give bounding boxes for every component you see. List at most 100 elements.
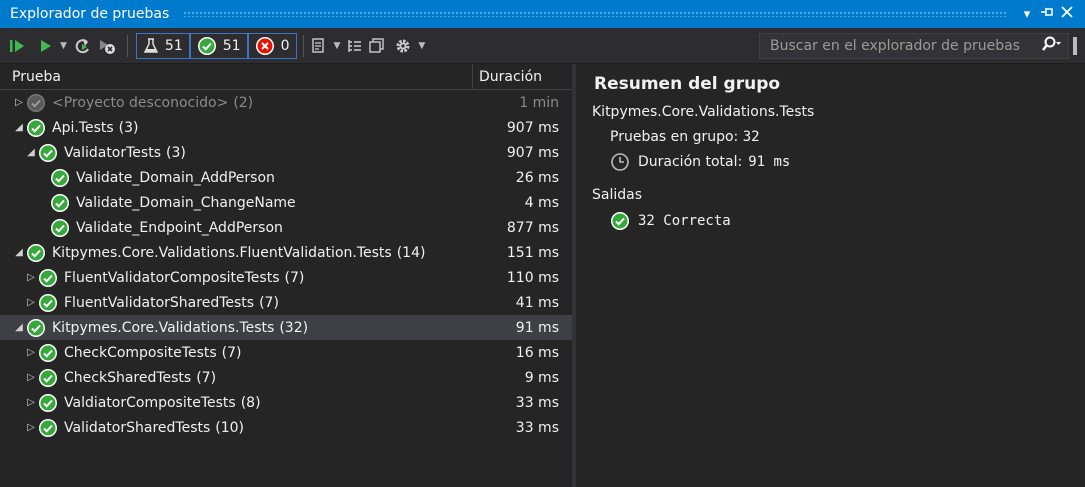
test-name: Api.Tests — [52, 119, 114, 136]
tree-row[interactable]: ▷ ValidatorSharedTests (10) 33 ms — [0, 415, 572, 440]
test-count: (14) — [396, 244, 426, 261]
settings-gear-icon[interactable] — [394, 34, 412, 58]
expanded-chevron-icon[interactable]: ◢ — [24, 147, 38, 158]
tree-row-name: Kitpymes.Core.Validations.Tests (32) — [26, 318, 472, 338]
column-header-duration[interactable]: Duración — [472, 64, 572, 89]
tree-row[interactable]: ▷ ValdiatorCompositeTests (8) 33 ms — [0, 390, 572, 415]
tests-in-group-value: 32 — [742, 129, 760, 145]
summary-duration-row: Duración total: 91 ms — [610, 152, 790, 172]
tree-row-name: FluentValidatorCompositeTests (7) — [38, 268, 472, 288]
search-icon[interactable] — [1040, 36, 1062, 56]
expanded-chevron-icon[interactable]: ◢ — [12, 247, 26, 258]
test-name: Kitpymes.Core.Validations.Tests — [52, 319, 275, 336]
test-count: (7) — [221, 344, 242, 361]
run-all-icon[interactable] — [8, 34, 28, 58]
test-duration: 26 ms — [515, 169, 559, 186]
scroll-indicator — [1073, 36, 1077, 55]
tree-row[interactable]: ▷ FluentValidatorCompositeTests (7) 110 ms — [0, 265, 572, 290]
search-input[interactable] — [768, 36, 1040, 55]
playlist-dropdown-chevron-icon[interactable]: ▼ — [334, 41, 341, 51]
tree-row[interactable]: ▷ CheckSharedTests (7) 9 ms — [0, 365, 572, 390]
failed-tests-filter[interactable]: 0 — [247, 32, 297, 59]
tree-row[interactable]: ▷ CheckCompositeTests (7) 16 ms — [0, 340, 572, 365]
tree-row[interactable]: ◢ ValidatorTests (3) 907 ms — [0, 140, 572, 165]
rerun-failed-icon[interactable] — [73, 34, 93, 58]
tree-row[interactable]: ▷ <Proyecto desconocido> (2) 1 min — [0, 90, 572, 115]
tree-row-name: FluentValidatorSharedTests (7) — [38, 293, 472, 313]
toolbar: ▼ 51 51 0 ▼ ▼ — [0, 28, 1085, 64]
collapsed-chevron-icon[interactable]: ▷ — [24, 397, 38, 408]
tree-row[interactable]: Validate_Domain_AddPerson 26 ms — [0, 165, 572, 190]
main-area: Prueba Duración ▷ <Proyecto desconocido>(… — [0, 64, 1085, 487]
passed-tests-filter[interactable]: 51 — [189, 32, 248, 59]
collapsed-chevron-icon[interactable]: ▷ — [24, 297, 38, 308]
test-name: FluentValidatorCompositeTests — [64, 269, 280, 286]
pass-icon — [50, 168, 70, 188]
collapse-all-icon[interactable] — [368, 34, 386, 58]
collapsed-chevron-icon[interactable]: ▷ — [24, 422, 38, 433]
tree-row-name: ValdiatorCompositeTests (8) — [38, 393, 472, 413]
tree-row-name: CheckSharedTests (7) — [38, 368, 472, 388]
tree-row[interactable]: ◢ Kitpymes.Core.Validations.FluentValidat… — [0, 240, 572, 265]
test-count: (3) — [118, 119, 139, 136]
expanded-chevron-icon[interactable]: ◢ — [12, 322, 26, 333]
summary-group-name: Kitpymes.Core.Validations.Tests — [592, 104, 815, 120]
test-duration: 907 ms — [506, 144, 559, 161]
total-count: 51 — [164, 37, 183, 54]
column-header-test[interactable]: Prueba — [0, 69, 472, 85]
collapsed-chevron-icon[interactable]: ▷ — [24, 272, 38, 283]
window-menu-icon[interactable]: ▾ — [1017, 7, 1037, 22]
test-duration: 151 ms — [506, 244, 559, 261]
pass-icon — [50, 218, 70, 238]
run-dropdown-chevron-icon[interactable]: ▼ — [60, 41, 67, 51]
collapsed-chevron-icon[interactable]: ▷ — [24, 347, 38, 358]
test-name: ValidatorSharedTests — [64, 419, 211, 436]
test-duration: 877 ms — [506, 219, 559, 236]
expanded-chevron-icon[interactable]: ◢ — [12, 122, 26, 133]
tree-row[interactable]: ▷ FluentValidatorSharedTests (7) 41 ms — [0, 290, 572, 315]
test-count: (7) — [196, 369, 217, 386]
test-name: <Proyecto desconocido> — [52, 94, 229, 111]
tree-row[interactable]: ◢ Kitpymes.Core.Validations.Tests (32) 91 m… — [0, 315, 572, 340]
test-count: (8) — [240, 394, 261, 411]
test-name: Kitpymes.Core.Validations.FluentValidati… — [52, 244, 392, 261]
outputs-passed-link[interactable]: 32 Correcta — [610, 211, 731, 231]
run-icon[interactable] — [38, 34, 54, 58]
test-name: Validate_Domain_ChangeName — [76, 194, 296, 211]
test-duration: 4 ms — [524, 194, 559, 211]
total-tests-filter[interactable]: 51 — [135, 32, 190, 59]
tree-row[interactable]: Validate_Endpoint_AddPerson 877 ms — [0, 215, 572, 240]
tests-in-group-label: Pruebas en grupo: — [610, 129, 739, 145]
collapsed-chevron-icon[interactable]: ▷ — [24, 372, 38, 383]
tree-row-name: ValidatorSharedTests (10) — [38, 418, 472, 438]
test-count: (7) — [284, 269, 305, 286]
tree-row-name: ValidatorTests (3) — [38, 143, 472, 163]
playlist-icon[interactable] — [310, 34, 328, 58]
test-duration: 1 min — [519, 94, 559, 111]
pass-icon — [38, 268, 58, 288]
test-duration: 33 ms — [515, 394, 559, 411]
pin-icon[interactable] — [1037, 6, 1057, 22]
test-count: (32) — [279, 319, 309, 336]
tree-row[interactable]: ◢ Api.Tests (3) 907 ms — [0, 115, 572, 140]
tree-row-name: Validate_Endpoint_AddPerson — [50, 218, 472, 238]
cancel-icon[interactable] — [97, 34, 117, 58]
test-name: FluentValidatorSharedTests — [64, 294, 255, 311]
failed-count: 0 — [280, 37, 290, 54]
test-duration: 41 ms — [515, 294, 559, 311]
summary-tests-row: Pruebas en grupo: 32 — [610, 129, 760, 145]
tree-row[interactable]: Validate_Domain_ChangeName 4 ms — [0, 190, 572, 215]
tree-row-name: Validate_Domain_AddPerson — [50, 168, 472, 188]
settings-dropdown-chevron-icon[interactable]: ▼ — [418, 41, 425, 51]
test-name: ValidatorTests — [64, 144, 161, 161]
collapsed-chevron-icon[interactable]: ▷ — [12, 97, 26, 108]
pass-icon — [26, 318, 46, 338]
search-box[interactable] — [759, 32, 1069, 59]
test-duration: 91 ms — [515, 319, 559, 336]
summary-heading: Resumen del grupo — [594, 74, 781, 94]
close-icon[interactable] — [1057, 6, 1077, 22]
tree-row-name: CheckCompositeTests (7) — [38, 343, 472, 363]
tree-row-name: <Proyecto desconocido> (2) — [26, 93, 472, 113]
total-duration-label: Duración total: — [638, 154, 743, 170]
group-by-icon[interactable] — [346, 34, 364, 58]
